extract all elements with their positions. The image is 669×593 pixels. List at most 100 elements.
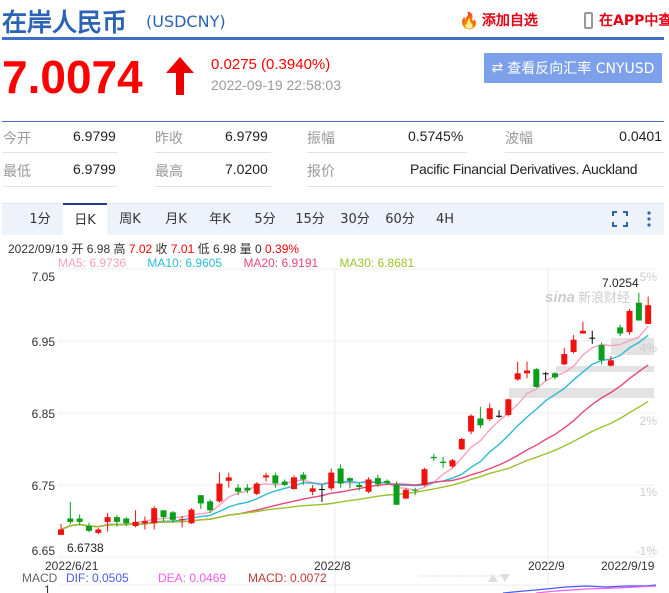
candle-body [635,302,642,321]
ma5-line [60,325,649,531]
candle [468,414,475,435]
candle [561,347,568,366]
candle-body [113,517,120,522]
candle-body [477,418,484,426]
candle-body [486,408,493,420]
candle [430,454,437,461]
candle [570,334,577,354]
candle-body [514,373,521,380]
candle-body [188,509,195,524]
candle-body [85,526,92,531]
ma-lines [60,325,649,531]
candle [393,481,400,505]
candlestick-chart[interactable]: sina 新浪财经 7.05 6.95 6.85 6.75 6.65 5% 4%… [0,0,669,593]
candle [318,484,325,503]
pct-tick: 5% [640,270,658,284]
watermark: 新浪财经 [578,290,630,305]
candle-body [216,483,223,502]
y-tick: 6.65 [32,544,56,558]
candle [505,398,512,417]
candle [58,523,64,535]
y-tick: 6.95 [32,335,56,349]
candle [85,522,92,533]
candle-body [356,484,363,487]
dea-value: DEA: 0.0469 [158,571,226,585]
y-tick: 6.75 [32,479,56,493]
candle-body [551,373,558,378]
scroll-down-icon[interactable] [500,574,510,582]
candle-body [346,478,353,481]
candle [337,464,344,488]
x-axis: 2022/6/21 2022/8 2022/9 2022/9/19 [45,559,655,573]
chart-grid [58,268,655,593]
candle [496,410,503,418]
candle-body [263,475,270,478]
candle [402,488,409,499]
candle [477,406,484,429]
candle [291,475,297,490]
y-tick: 7.05 [32,270,56,284]
candle-body [626,310,633,333]
candle-body [272,475,279,484]
candle [132,510,139,528]
candle-body [365,479,372,492]
candle-body [589,337,596,339]
candle-body [225,477,232,481]
candle-body [412,489,419,491]
candle [95,528,102,535]
y-axis: 7.05 6.95 6.85 6.75 6.65 [32,270,56,558]
scroll-up-icon[interactable] [488,574,498,582]
candle-body [579,330,586,334]
candle-body [197,495,204,504]
candle [514,361,521,381]
candle [458,437,465,450]
candle [151,506,158,530]
macd-title: MACD [22,571,58,585]
candle [533,367,540,388]
candle-body [123,518,130,524]
candle [645,296,652,324]
candle-body [607,360,614,366]
macd-legend: MACD DIF: 0.0505 DEA: 0.0469 MACD: 0.007… [22,571,327,593]
candle [440,456,447,468]
candle-body [430,456,437,459]
candle [617,324,624,337]
sina-logo: sina [545,289,575,306]
min-label: 6.6738 [67,541,104,555]
candle-body [374,478,381,485]
candle [141,516,148,530]
macd-value: MACD: 0.0072 [248,571,327,585]
candle-body [570,339,577,353]
dif-value: DIF: 0.0505 [66,571,129,585]
candle [67,502,74,524]
candle-body [76,518,83,522]
candle-body [337,468,344,484]
macd-axis-tick: 1 [44,583,51,593]
candle-body [235,487,242,492]
x-tick: 2022/9/19 [601,559,655,573]
ma30-line [60,400,649,531]
candle [579,321,586,334]
candle-body [449,460,456,467]
x-tick: 2022/9 [528,559,565,573]
candle-body [151,508,158,524]
candle-body [281,481,288,485]
candle-body [95,529,102,533]
candle [188,508,195,524]
candle [160,510,167,522]
candle-body [533,369,540,387]
candle-body [104,517,111,522]
candle-body [244,487,251,491]
pct-tick: 1% [640,485,658,499]
candle-body [468,415,475,432]
candle-body [207,501,214,511]
candle-body [141,521,148,524]
macd-scroll-controls[interactable] [420,574,510,582]
candle-body [496,415,503,417]
pct-tick: -1% [636,544,658,558]
candle [263,472,270,482]
candle [589,330,596,344]
candle [421,467,428,487]
candle-body [384,480,391,483]
candle-body [440,461,447,464]
